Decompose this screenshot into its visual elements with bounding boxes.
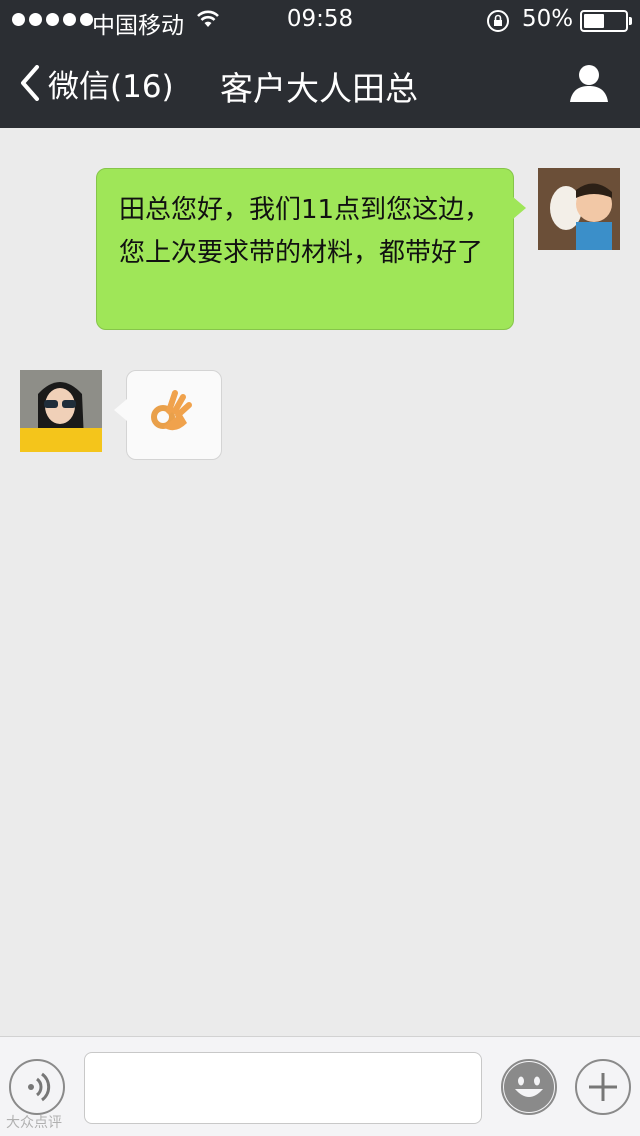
message-input[interactable]: [84, 1052, 482, 1124]
person-icon[interactable]: [568, 64, 610, 108]
ok-hand-emoji-icon: [147, 389, 195, 441]
incoming-message-bubble[interactable]: [114, 370, 222, 460]
input-bar: [0, 1036, 640, 1136]
back-button[interactable]: 微信(16): [20, 60, 174, 106]
battery-percent: 50%: [522, 6, 574, 32]
plus-icon: [589, 1073, 617, 1101]
plus-button[interactable]: [575, 1059, 631, 1115]
voice-button[interactable]: [9, 1059, 65, 1115]
rotation-lock-icon: [486, 9, 510, 39]
watermark: 大众点评: [6, 1115, 62, 1131]
outgoing-message-bubble[interactable]: 田总您好，我们11点到您这边，您上次要求带的材料，都带好了: [96, 168, 526, 330]
message-text: 田总您好，我们11点到您这边，您上次要求带的材料，都带好了: [119, 195, 491, 268]
chat-title: 客户大人田总: [220, 69, 418, 108]
emoji-button[interactable]: [501, 1059, 557, 1115]
top-bar: 中国移动 09:58 50% 微信(16) 客户大人田总: [0, 0, 640, 128]
chevron-left-icon: [21, 65, 39, 101]
status-bar: 中国移动 09:58 50%: [0, 0, 640, 40]
navigation-bar: 微信(16) 客户大人田总: [0, 40, 640, 128]
battery-icon: [580, 10, 632, 32]
avatar[interactable]: [20, 370, 102, 452]
avatar[interactable]: [538, 168, 620, 250]
voice-icon: [28, 1072, 51, 1102]
smiley-icon: [504, 1062, 554, 1112]
chat-area[interactable]: 田总您好，我们11点到您这边，您上次要求带的材料，都带好了: [0, 128, 640, 1036]
back-button-label: 微信(16): [48, 68, 174, 105]
